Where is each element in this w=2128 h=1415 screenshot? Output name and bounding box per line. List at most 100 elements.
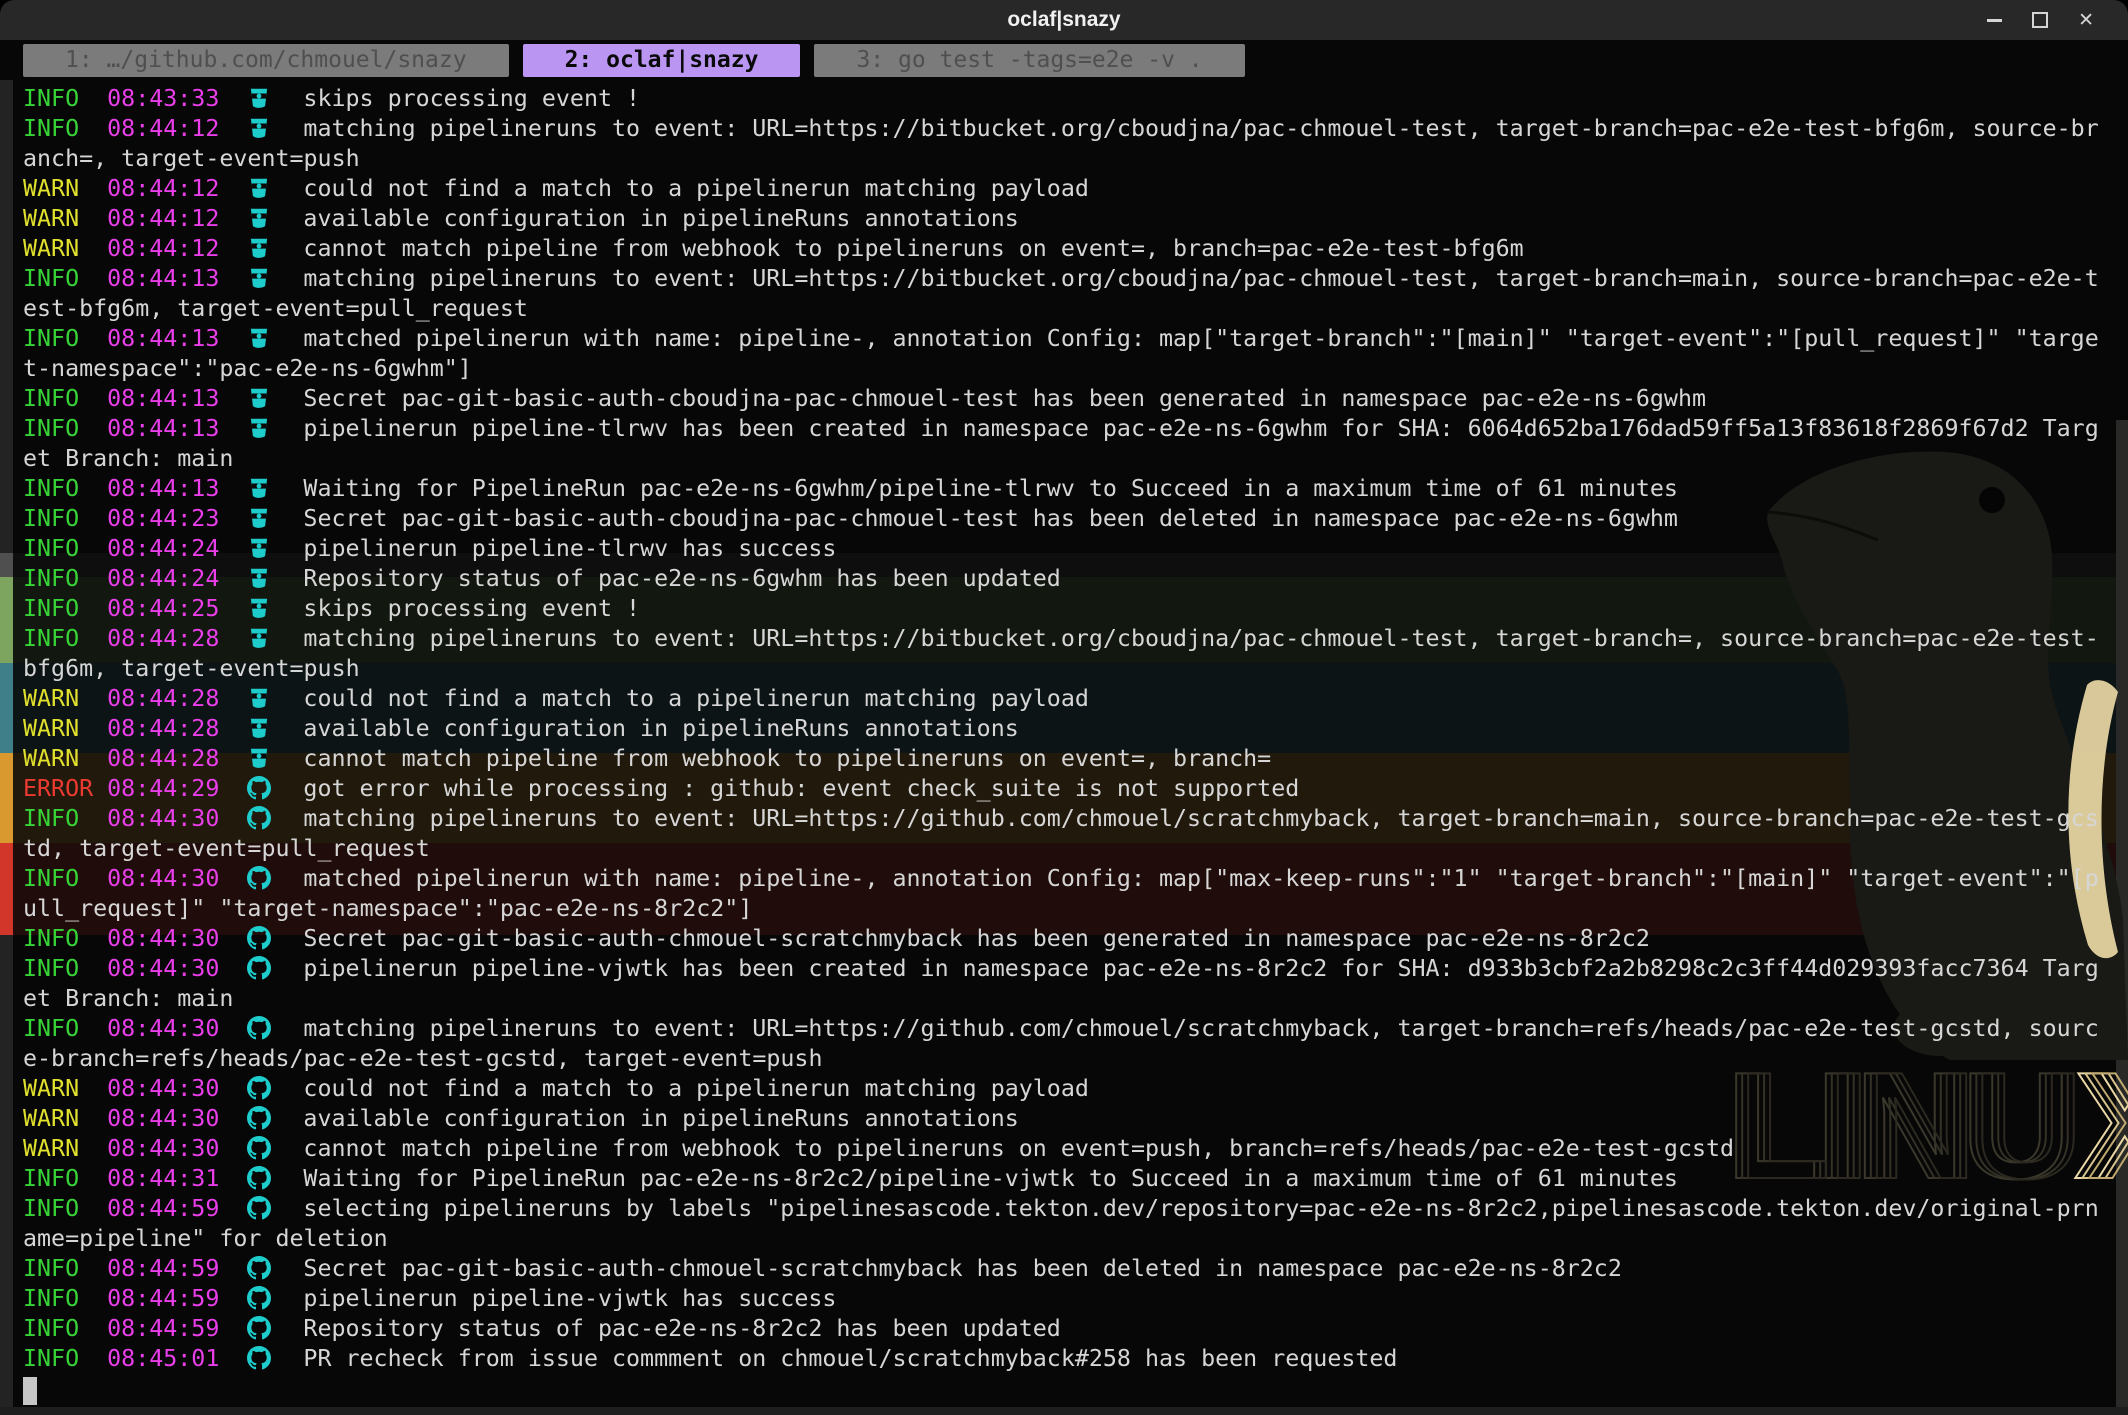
log-timestamp: 08:44:28 (107, 685, 247, 712)
log-timestamp: 08:44:13 (107, 385, 247, 412)
log-message: PR recheck from issue commment on chmoue… (303, 1345, 1397, 1372)
bitbucket-icon (247, 596, 275, 620)
log-timestamp: 08:44:59 (107, 1315, 247, 1342)
close-button[interactable]: ✕ (2078, 11, 2094, 30)
log-message: matching pipelineruns to event: URL=http… (23, 805, 2099, 862)
log-level: INFO (23, 595, 107, 622)
log-message: available configuration in pipelineRuns … (303, 205, 1018, 232)
minimize-button[interactable] (1987, 19, 2002, 22)
log-level: ERROR (23, 775, 107, 802)
log-message: matching pipelineruns to event: URL=http… (23, 1015, 2099, 1072)
log-level: WARN (23, 205, 107, 232)
github-icon (247, 776, 275, 800)
log-message: cannot match pipeline from webhook to pi… (303, 235, 1523, 262)
bitbucket-icon (247, 116, 275, 140)
log-entry: INFO 08:44:25 skips processing event ! (23, 594, 2105, 624)
log-entry: INFO 08:44:12 matching pipelineruns to e… (23, 114, 2105, 174)
window-bottom-border (0, 1407, 2128, 1415)
log-level: INFO (23, 1315, 107, 1342)
log-level: INFO (23, 1285, 107, 1312)
tmux-tab-2[interactable]: 2: oclaf|snazy (523, 44, 801, 77)
log-timestamp: 08:44:12 (107, 205, 247, 232)
log-entry: INFO 08:44:31 Waiting for PipelineRun pa… (23, 1164, 2105, 1194)
log-entry: INFO 08:44:13 Secret pac-git-basic-auth-… (23, 384, 2105, 414)
log-level: INFO (23, 1165, 107, 1192)
log-message: skips processing event ! (303, 85, 640, 112)
bitbucket-icon (247, 176, 275, 200)
stripe-cap-red (0, 843, 13, 935)
log-level: WARN (23, 175, 107, 202)
log-entry: WARN 08:44:12 could not find a match to … (23, 174, 2105, 204)
log-level: INFO (23, 1345, 107, 1372)
bitbucket-icon (247, 716, 275, 740)
log-entry: INFO 08:44:30 matched pipelinerun with n… (23, 864, 2105, 924)
log-level: INFO (23, 565, 107, 592)
log-timestamp: 08:44:30 (107, 805, 247, 832)
github-icon (247, 1346, 275, 1370)
log-timestamp: 08:44:31 (107, 1165, 247, 1192)
log-timestamp: 08:44:59 (107, 1195, 247, 1222)
log-entry: WARN 08:44:12 available configuration in… (23, 204, 2105, 234)
terminal-cursor (23, 1377, 37, 1405)
log-entry: INFO 08:44:24 pipelinerun pipeline-tlrwv… (23, 534, 2105, 564)
titlebar[interactable]: oclaf|snazy ✕ (0, 0, 2128, 40)
log-output[interactable]: INFO 08:43:33 skips processing event !IN… (23, 84, 2105, 1374)
log-timestamp: 08:44:24 (107, 565, 247, 592)
log-level: WARN (23, 235, 107, 262)
stripe-cap-orange (0, 753, 13, 843)
log-entry: INFO 08:44:59 Repository status of pac-e… (23, 1314, 2105, 1344)
log-level: INFO (23, 925, 107, 952)
log-timestamp: 08:44:30 (107, 865, 247, 892)
bitbucket-icon (247, 506, 275, 530)
log-entry: INFO 08:44:30 pipelinerun pipeline-vjwtk… (23, 954, 2105, 1014)
log-entry: INFO 08:44:30 matching pipelineruns to e… (23, 804, 2105, 864)
log-timestamp: 08:44:28 (107, 625, 247, 652)
log-message: pipelinerun pipeline-vjwtk has success (303, 1285, 836, 1312)
log-timestamp: 08:44:29 (107, 775, 247, 802)
github-icon (247, 1136, 275, 1160)
bitbucket-icon (247, 236, 275, 260)
log-timestamp: 08:44:30 (107, 1105, 247, 1132)
log-message: available configuration in pipelineRuns … (303, 715, 1018, 742)
bitbucket-icon (247, 86, 275, 110)
stripe-cap-gray (0, 553, 13, 577)
log-message: could not find a match to a pipelinerun … (303, 1075, 1088, 1102)
log-message: Repository status of pac-e2e-ns-6gwhm ha… (303, 565, 1060, 592)
log-message: Secret pac-git-basic-auth-chmouel-scratc… (303, 925, 1650, 952)
log-timestamp: 08:44:13 (107, 475, 247, 502)
bitbucket-icon (247, 566, 275, 590)
log-message: cannot match pipeline from webhook to pi… (303, 745, 1271, 772)
log-level: INFO (23, 625, 107, 652)
github-icon (247, 956, 275, 980)
tmux-tab-1[interactable]: 1: …/github.com/chmouel/snazy (23, 44, 509, 77)
maximize-button[interactable] (2032, 12, 2048, 28)
log-entry: WARN 08:44:28 cannot match pipeline from… (23, 744, 2105, 774)
log-message: matching pipelineruns to event: URL=http… (23, 115, 2099, 172)
log-timestamp: 08:44:59 (107, 1285, 247, 1312)
log-level: INFO (23, 1015, 107, 1042)
log-level: INFO (23, 1195, 107, 1222)
log-message: could not find a match to a pipelinerun … (303, 685, 1088, 712)
bitbucket-icon (247, 416, 275, 440)
log-message: pipelinerun pipeline-tlrwv has been crea… (23, 415, 2099, 472)
window-title: oclaf|snazy (0, 0, 2128, 40)
log-message: Secret pac-git-basic-auth-cboudjna-pac-c… (303, 505, 1678, 532)
log-message: pipelinerun pipeline-vjwtk has been crea… (23, 955, 2099, 1012)
log-message: could not find a match to a pipelinerun … (303, 175, 1088, 202)
log-level: WARN (23, 715, 107, 742)
log-timestamp: 08:44:30 (107, 955, 247, 982)
log-timestamp: 08:44:23 (107, 505, 247, 532)
log-timestamp: 08:44:30 (107, 1075, 247, 1102)
log-message: Secret pac-git-basic-auth-chmouel-scratc… (303, 1255, 1621, 1282)
log-entry: INFO 08:44:13 matched pipelinerun with n… (23, 324, 2105, 384)
log-entry: INFO 08:44:59 selecting pipelineruns by … (23, 1194, 2105, 1254)
log-level: WARN (23, 685, 107, 712)
log-timestamp: 08:44:12 (107, 235, 247, 262)
log-entry: INFO 08:44:13 matching pipelineruns to e… (23, 264, 2105, 324)
log-timestamp: 08:44:25 (107, 595, 247, 622)
github-icon (247, 1076, 275, 1100)
github-icon (247, 926, 275, 950)
log-timestamp: 08:44:28 (107, 715, 247, 742)
tmux-tab-3[interactable]: 3: go test -tags=e2e -v . (814, 44, 1244, 77)
log-entry: INFO 08:43:33 skips processing event ! (23, 84, 2105, 114)
